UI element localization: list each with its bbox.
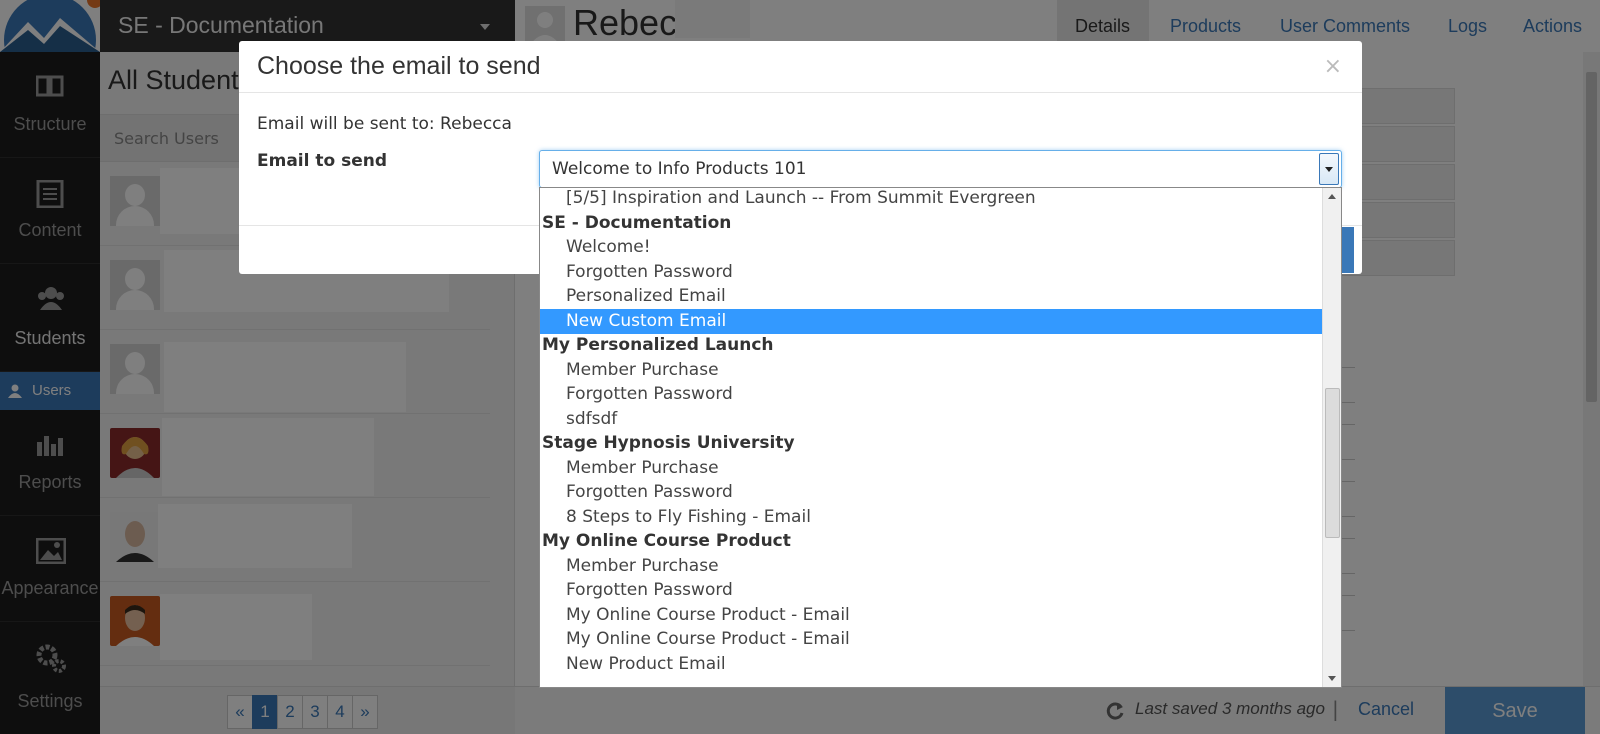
scrollbar-thumb[interactable]	[1325, 388, 1340, 538]
dropdown-option[interactable]: Personalized Email	[540, 284, 1323, 309]
dropdown-option[interactable]: Member Purchase	[540, 554, 1323, 579]
option-group-label: SE - Documentation	[542, 212, 732, 233]
option-group-label: My Personalized Launch	[542, 335, 774, 355]
email-select[interactable]: Welcome to Info Products 101	[539, 150, 1342, 188]
email-select-value: Welcome to Info Products 101	[552, 159, 807, 179]
dropdown-option[interactable]: My Online Course Product - Email	[540, 627, 1323, 652]
option-group-label: Stage Hypnosis University	[542, 433, 795, 453]
dropdown-option[interactable]: New Product Email	[540, 652, 1323, 677]
dropdown-option[interactable]: Member Purchase	[540, 358, 1323, 383]
email-dropdown-list: [5/5] Inspiration and Launch -- From Sum…	[539, 187, 1342, 688]
dropdown-option[interactable]: Welcome!	[540, 235, 1323, 260]
email-to-send-label: Email to send	[257, 151, 388, 171]
dropdown-option[interactable]: [5/5] Inspiration and Launch -- From Sum…	[540, 188, 1323, 211]
dropdown-option[interactable]: Forgotten Password	[540, 260, 1323, 285]
dropdown-option[interactable]: My Online Course Product - Email	[540, 603, 1323, 628]
scroll-up-icon[interactable]	[1328, 194, 1336, 199]
chevron-down-icon	[1325, 167, 1333, 172]
dropdown-option[interactable]: Forgotten Password	[540, 578, 1323, 603]
dropdown-option[interactable]: New Custom Email	[540, 308, 1323, 334]
recipient-text: Email will be sent to: Rebecca	[257, 114, 512, 134]
dropdown-option[interactable]: sdfsdf	[540, 407, 1323, 432]
option-group-label: My Online Course Product	[542, 531, 791, 551]
close-icon[interactable]: ×	[1324, 54, 1342, 79]
dropdown-option[interactable]: Forgotten Password	[540, 480, 1323, 505]
dropdown-toggle[interactable]	[1319, 153, 1339, 185]
dropdown-option[interactable]: 8 Steps to Fly Fishing - Email	[540, 505, 1323, 530]
scroll-down-icon[interactable]	[1328, 676, 1336, 681]
modal-header: Choose the email to send ×	[239, 41, 1362, 93]
modal-title: Choose the email to send	[257, 52, 541, 80]
dropdown-option[interactable]: Member Purchase	[540, 456, 1323, 481]
dropdown-option[interactable]: Forgotten Password	[540, 382, 1323, 407]
dropdown-scrollbar[interactable]	[1322, 188, 1341, 687]
